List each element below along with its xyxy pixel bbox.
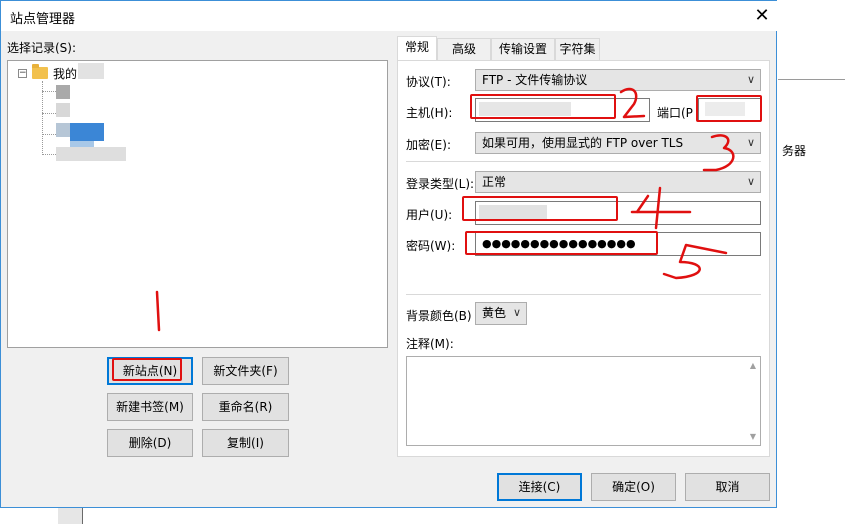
annotation-digit-2 <box>619 87 646 119</box>
annotation-digit-5 <box>662 243 728 280</box>
annotation-layer <box>155 87 735 332</box>
annotation-digit-4 <box>630 186 692 230</box>
annotation-digit-3 <box>702 134 735 172</box>
annotation-digit-1 <box>155 290 161 332</box>
